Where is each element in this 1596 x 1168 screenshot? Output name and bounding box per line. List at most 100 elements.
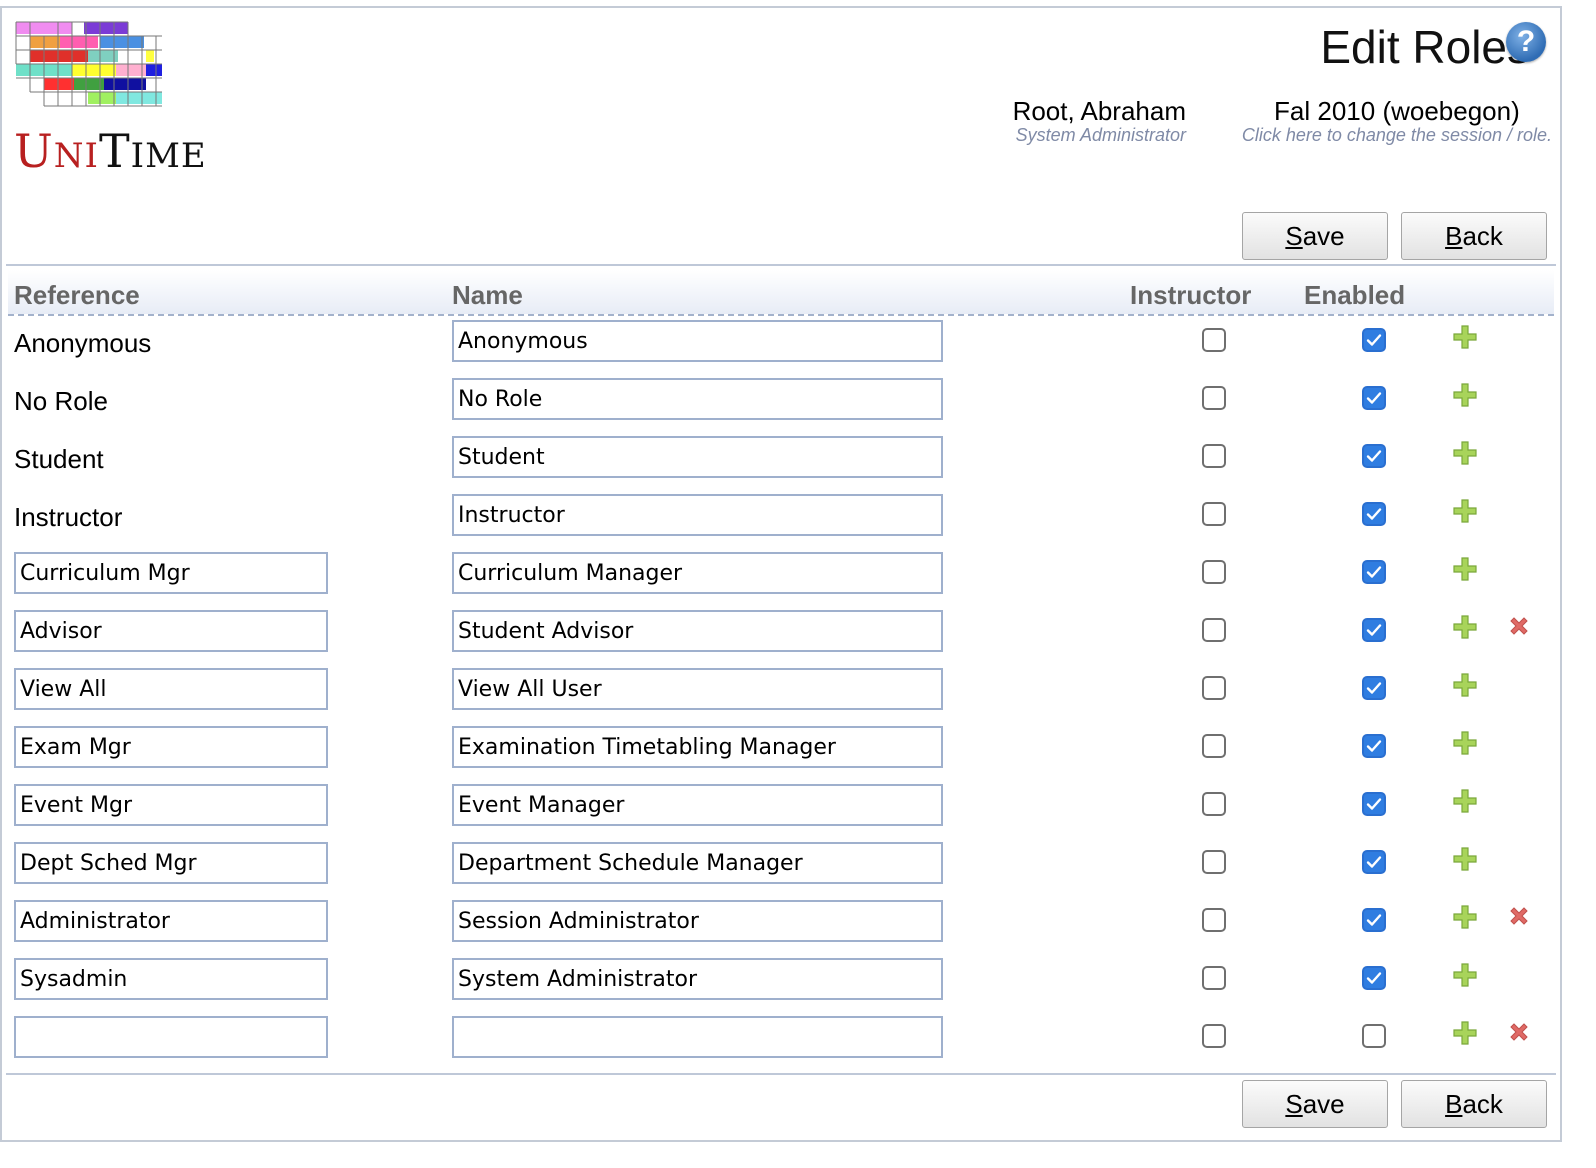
save-button-top[interactable]: Save	[1242, 212, 1388, 260]
enabled-checkbox[interactable]	[1362, 908, 1386, 932]
delete-icon[interactable]	[1507, 614, 1531, 638]
column-header-reference: Reference	[14, 280, 140, 310]
instructor-checkbox[interactable]	[1202, 618, 1226, 642]
table-row	[0, 668, 1560, 726]
name-input[interactable]	[452, 494, 943, 536]
enabled-checkbox[interactable]	[1362, 1024, 1386, 1048]
add-icon[interactable]	[1452, 1020, 1478, 1046]
table-header: Reference Name Instructor Enabled	[8, 270, 1554, 316]
table-row	[0, 726, 1560, 784]
add-icon[interactable]	[1452, 788, 1478, 814]
back-accesskey: B	[1445, 221, 1463, 251]
enabled-checkbox[interactable]	[1362, 618, 1386, 642]
reference-text: Student	[14, 444, 104, 474]
back-button-top[interactable]: Back	[1401, 212, 1547, 260]
enabled-checkbox[interactable]	[1362, 792, 1386, 816]
add-icon[interactable]	[1452, 846, 1478, 872]
column-header-instructor: Instructor	[1130, 280, 1252, 310]
enabled-checkbox[interactable]	[1362, 444, 1386, 468]
enabled-checkbox[interactable]	[1362, 328, 1386, 352]
logo-letters-ime: IME	[130, 136, 207, 176]
back-button-bottom[interactable]: Back	[1401, 1080, 1547, 1128]
delete-icon[interactable]	[1507, 904, 1531, 928]
enabled-checkbox[interactable]	[1362, 386, 1386, 410]
page-title: Edit Roles	[1320, 21, 1530, 73]
table-row	[0, 784, 1560, 842]
enabled-checkbox[interactable]	[1362, 676, 1386, 700]
add-icon[interactable]	[1452, 962, 1478, 988]
name-input[interactable]	[452, 436, 943, 478]
reference-text: No Role	[14, 386, 108, 416]
add-icon[interactable]	[1452, 498, 1478, 524]
add-icon[interactable]	[1452, 556, 1478, 582]
instructor-checkbox[interactable]	[1202, 676, 1226, 700]
table-row: Instructor	[0, 494, 1560, 552]
name-input[interactable]	[452, 958, 943, 1000]
add-icon[interactable]	[1452, 440, 1478, 466]
add-icon[interactable]	[1452, 382, 1478, 408]
enabled-checkbox[interactable]	[1362, 734, 1386, 758]
instructor-checkbox[interactable]	[1202, 1024, 1226, 1048]
table-row: Student	[0, 436, 1560, 494]
enabled-checkbox[interactable]	[1362, 850, 1386, 874]
enabled-checkbox[interactable]	[1362, 502, 1386, 526]
instructor-checkbox[interactable]	[1202, 966, 1226, 990]
logo-letters-ni: NI	[53, 136, 99, 176]
reference-input[interactable]	[14, 552, 328, 594]
help-icon[interactable]: ?	[1506, 22, 1546, 62]
change-session-link[interactable]: Click here to change the session / role.	[1242, 125, 1552, 146]
add-icon[interactable]	[1452, 672, 1478, 698]
session-name[interactable]: Fal 2010 (woebegon)	[1242, 96, 1552, 127]
table-row	[0, 1016, 1560, 1074]
name-input[interactable]	[452, 668, 943, 710]
name-input[interactable]	[452, 610, 943, 652]
table-row	[0, 900, 1560, 958]
reference-text: Anonymous	[14, 328, 152, 358]
unitime-logo: UNITIME	[14, 20, 206, 180]
footer-divider	[6, 1073, 1556, 1075]
reference-input[interactable]	[14, 842, 328, 884]
reference-input[interactable]	[14, 958, 328, 1000]
delete-icon[interactable]	[1507, 1020, 1531, 1044]
table-row	[0, 610, 1560, 668]
add-icon[interactable]	[1452, 614, 1478, 640]
column-header-name: Name	[452, 280, 523, 310]
logo-letter-t: T	[98, 124, 131, 178]
add-icon[interactable]	[1452, 904, 1478, 930]
name-input[interactable]	[452, 552, 943, 594]
enabled-checkbox[interactable]	[1362, 560, 1386, 584]
add-icon[interactable]	[1452, 324, 1478, 350]
session-info[interactable]: Fal 2010 (woebegon) Click here to change…	[1242, 96, 1552, 146]
instructor-checkbox[interactable]	[1202, 792, 1226, 816]
instructor-checkbox[interactable]	[1202, 444, 1226, 468]
reference-input[interactable]	[14, 1016, 328, 1058]
save-accesskey: S	[1285, 221, 1303, 251]
enabled-checkbox[interactable]	[1362, 966, 1386, 990]
reference-input[interactable]	[14, 668, 328, 710]
logo-letter-u: U	[14, 124, 54, 178]
reference-input[interactable]	[14, 726, 328, 768]
name-input[interactable]	[452, 900, 943, 942]
add-icon[interactable]	[1452, 730, 1478, 756]
reference-input[interactable]	[14, 900, 328, 942]
name-input[interactable]	[452, 320, 943, 362]
table-row	[0, 958, 1560, 1016]
back-label: ack	[1462, 1089, 1503, 1119]
instructor-checkbox[interactable]	[1202, 386, 1226, 410]
instructor-checkbox[interactable]	[1202, 908, 1226, 932]
reference-input[interactable]	[14, 610, 328, 652]
save-button-bottom[interactable]: Save	[1242, 1080, 1388, 1128]
instructor-checkbox[interactable]	[1202, 850, 1226, 874]
instructor-checkbox[interactable]	[1202, 502, 1226, 526]
name-input[interactable]	[452, 1016, 943, 1058]
instructor-checkbox[interactable]	[1202, 328, 1226, 352]
instructor-checkbox[interactable]	[1202, 560, 1226, 584]
save-accesskey: S	[1285, 1089, 1303, 1119]
name-input[interactable]	[452, 378, 943, 420]
timetable-logo-icon	[14, 20, 166, 114]
reference-input[interactable]	[14, 784, 328, 826]
instructor-checkbox[interactable]	[1202, 734, 1226, 758]
name-input[interactable]	[452, 842, 943, 884]
name-input[interactable]	[452, 784, 943, 826]
name-input[interactable]	[452, 726, 943, 768]
